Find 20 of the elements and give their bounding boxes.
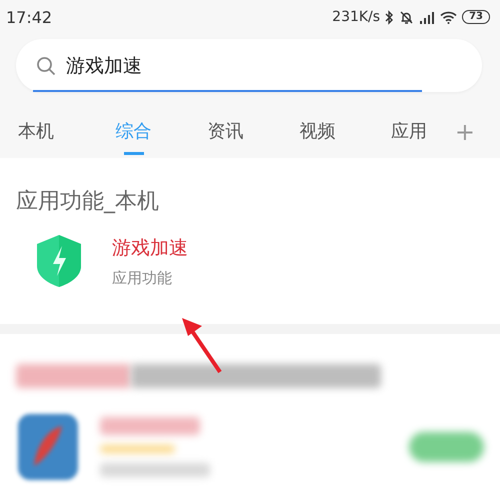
tab[interactable]: 视频	[271, 107, 364, 157]
tab[interactable]: 应用	[363, 107, 455, 157]
battery-level: 73	[462, 10, 490, 24]
section-title: 应用功能_本机	[16, 188, 160, 216]
annotation-arrow	[180, 316, 224, 374]
tab[interactable]: 本机	[8, 107, 64, 157]
status-time: 17:42	[6, 8, 52, 26]
bluetooth-icon	[385, 10, 394, 24]
shield-lightning-icon	[36, 234, 82, 288]
result-title: 游戏加速	[112, 236, 188, 260]
feather-icon	[16, 412, 80, 482]
wifi-icon	[440, 10, 458, 24]
tab[interactable]: 资讯	[180, 107, 272, 157]
signal-icon	[419, 10, 436, 24]
result-item[interactable]: 游戏加速 应用功能	[16, 216, 484, 288]
network-speed: 231K/s	[332, 9, 380, 25]
search-icon	[36, 56, 56, 76]
result-subtitle: 应用功能	[112, 268, 173, 288]
search-field[interactable]: 游戏加速	[16, 39, 482, 92]
muted-bell-icon	[399, 10, 414, 24]
